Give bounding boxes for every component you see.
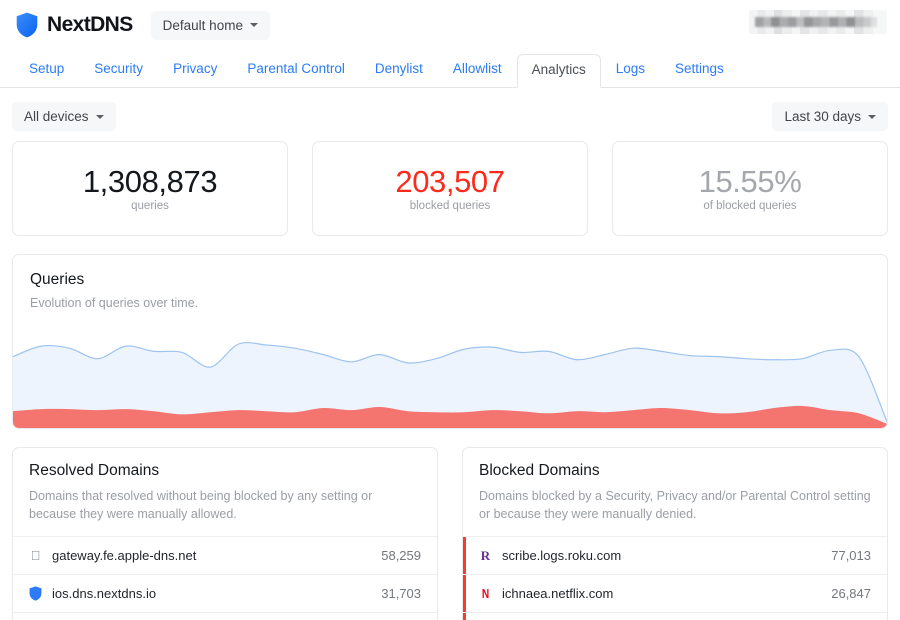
chart-subtitle: Evolution of queries over time. (13, 289, 887, 310)
profile-label: Default home (163, 18, 243, 33)
stat-label: of blocked queries (703, 200, 796, 212)
device-filter-dropdown[interactable]: All devices (12, 102, 116, 131)
nextdns-shield-icon (28, 586, 43, 601)
tab-parental-control[interactable]: Parental Control (232, 53, 360, 87)
stat-label: blocked queries (410, 200, 491, 212)
domain-count: 58,259 (381, 548, 421, 563)
tab-setup[interactable]: Setup (14, 53, 79, 87)
stat-card-blocked-queries: 203,507 blocked queries (312, 141, 588, 236)
date-range-label: Last 30 days (784, 109, 861, 124)
stat-value: 15.55% (699, 166, 802, 197)
stat-label: queries (131, 200, 169, 212)
domain-count: 31,703 (381, 586, 421, 601)
stat-value: 1,308,873 (83, 166, 217, 197)
profile-selector[interactable]: Default home (151, 11, 270, 40)
app-header: NextDNS Default home (0, 0, 900, 50)
brand: NextDNS (16, 12, 133, 38)
caret-down-icon (868, 115, 876, 119)
panel-header: Blocked Domains Domains blocked by a Sec… (463, 448, 887, 536)
blocked-domains-panel: Blocked Domains Domains blocked by a Sec… (462, 447, 888, 620)
stat-value: 203,507 (395, 166, 504, 197)
device-filter-label: All devices (24, 109, 89, 124)
domain-name: ios.dns.nextdns.io (52, 586, 381, 601)
queries-chart-card: Queries Evolution of queries over time. (12, 254, 888, 429)
tab-logs[interactable]: Logs (601, 53, 660, 87)
date-range-dropdown[interactable]: Last 30 days (772, 102, 888, 131)
list-item[interactable]: R scribe.logs.roku.com 77,013 (463, 536, 887, 574)
domain-count: 77,013 (831, 548, 871, 563)
resolved-domains-panel: Resolved Domains Domains that resolved w… (12, 447, 438, 620)
list-item-partial[interactable] (463, 612, 887, 620)
tab-analytics[interactable]: Analytics (517, 54, 601, 88)
stat-card-blocked-percent: 15.55% of blocked queries (612, 141, 888, 236)
panel-description: Domains that resolved without being bloc… (29, 487, 421, 523)
panel-title: Blocked Domains (479, 462, 871, 480)
caret-down-icon (250, 23, 258, 27)
domain-panels: Resolved Domains Domains that resolved w… (12, 447, 888, 620)
domain-name: gateway.fe.apple-dns.net (52, 548, 381, 563)
queries-area-chart[interactable] (13, 323, 887, 428)
list-item[interactable]: ios.dns.nextdns.io 31,703 (13, 574, 437, 612)
tab-settings[interactable]: Settings (660, 53, 739, 87)
tab-allowlist[interactable]: Allowlist (438, 53, 517, 87)
account-redacted-block (749, 10, 887, 34)
panel-title: Resolved Domains (29, 462, 421, 480)
roku-icon: R (478, 548, 493, 563)
caret-down-icon (96, 115, 104, 119)
tab-privacy[interactable]: Privacy (158, 53, 232, 87)
domain-name: scribe.logs.roku.com (502, 548, 831, 563)
list-item[interactable]: N ichnaea.netflix.com 26,847 (463, 574, 887, 612)
tab-security[interactable]: Security (79, 53, 158, 87)
brand-name: NextDNS (47, 13, 133, 37)
chart-title: Queries (13, 255, 887, 289)
apple-icon:  (28, 548, 43, 563)
stat-cards: 1,308,873 queries 203,507 blocked querie… (0, 141, 900, 236)
panel-header: Resolved Domains Domains that resolved w… (13, 448, 437, 536)
netflix-icon: N (480, 586, 492, 601)
domain-count: 26,847 (831, 586, 871, 601)
list-item-partial[interactable] (13, 612, 437, 620)
domain-name: ichnaea.netflix.com (502, 586, 831, 601)
list-item[interactable]:  gateway.fe.apple-dns.net 58,259 (13, 536, 437, 574)
main-nav: Setup Security Privacy Parental Control … (0, 50, 900, 88)
tab-denylist[interactable]: Denylist (360, 53, 438, 87)
filter-bar: All devices Last 30 days (0, 88, 900, 141)
panel-description: Domains blocked by a Security, Privacy a… (479, 487, 871, 523)
stat-card-queries: 1,308,873 queries (12, 141, 288, 236)
shield-icon (16, 12, 38, 38)
